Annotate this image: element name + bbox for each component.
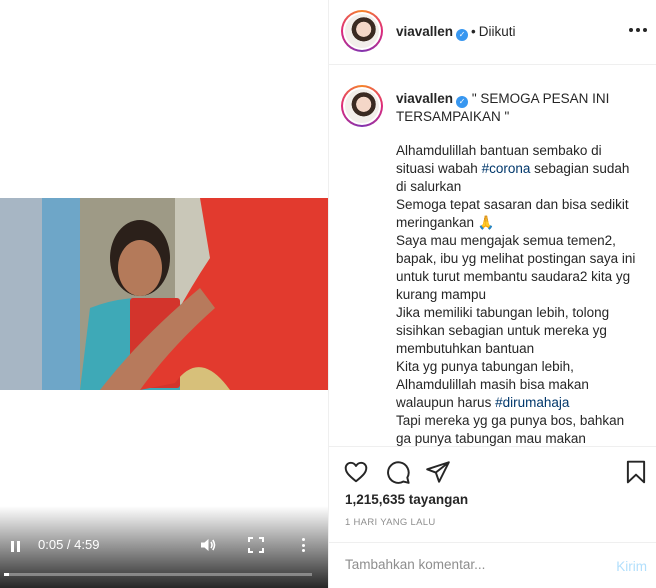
separator-dot: • [471, 24, 476, 39]
save-button[interactable] [623, 459, 649, 485]
post-timestamp[interactable]: 1 HARI YANG LALU [345, 517, 436, 528]
video-progress-fill [4, 573, 10, 576]
post-options-button[interactable] [629, 28, 647, 32]
caption-line: Jika memiliki tabungan lebih, tolong sis… [396, 305, 610, 356]
share-button[interactable] [425, 459, 451, 485]
video-player[interactable]: 0:05 / 4:59 [0, 0, 328, 588]
hashtag-link[interactable]: #dirumahaja [495, 395, 569, 410]
post-side-panel: viavallen ✓ • Diikuti viavallen ✓ " SEMOGA P… [328, 0, 656, 588]
caption-title: viavallen ✓ " SEMOGA PESAN INI TERSAMPAIK… [396, 90, 641, 126]
header-username[interactable]: viavallen [396, 24, 453, 39]
heart-icon [344, 461, 368, 483]
caption-username[interactable]: viavallen [396, 91, 453, 106]
fullscreen-icon [248, 537, 264, 553]
verified-badge-icon: ✓ [456, 29, 469, 41]
verified-badge-icon: ✓ [456, 96, 469, 108]
comment-icon [387, 461, 410, 484]
pause-icon [10, 540, 14, 552]
video-frame[interactable] [0, 198, 328, 390]
video-progress-bar[interactable] [4, 573, 312, 576]
caption-line: Saya mau mengajak semua temen2, bapak, i… [396, 233, 636, 302]
follow-status-button[interactable]: Diikuti [479, 24, 516, 39]
avatar-image [345, 14, 379, 48]
caption-text: viavallen ✓ " SEMOGA PESAN INI TERSAMPAIK… [396, 90, 641, 446]
view-count[interactable]: 1,215,635 tayangan [345, 492, 468, 507]
bookmark-icon [626, 460, 646, 484]
pause-button[interactable] [6, 535, 24, 557]
avatar[interactable] [341, 10, 383, 52]
caption-avatar[interactable] [341, 85, 383, 127]
comment-input[interactable] [345, 557, 595, 572]
caption-line: Semoga tepat sasaran dan bisa sedikit me… [396, 197, 629, 230]
post-actions: 1,215,635 tayangan 1 HARI YANG LALU [329, 446, 656, 542]
caption-line: Tapi mereka yg ga punya bos, bahkan ga p… [396, 413, 625, 446]
paper-plane-icon [426, 461, 450, 483]
hashtag-link[interactable]: #corona [482, 161, 531, 176]
post-header: viavallen ✓ • Diikuti [329, 0, 656, 65]
caption-line: Alhamdulillah bantuan sembako di situasi… [396, 143, 630, 194]
comment-button[interactable] [385, 459, 411, 485]
header-user: viavallen ✓ • Diikuti [396, 24, 516, 41]
video-controls: 0:05 / 4:59 [0, 506, 328, 588]
more-horizontal-icon [629, 28, 633, 32]
video-still-image [0, 198, 328, 390]
like-button[interactable] [343, 459, 369, 485]
caption-body: Alhamdulillah bantuan sembako di situasi… [396, 142, 641, 446]
avatar-image [345, 89, 379, 123]
comment-form: Kirim [329, 542, 656, 588]
video-time: 0:05 / 4:59 [38, 537, 100, 552]
video-more-button[interactable] [298, 536, 308, 554]
caption-line: Kita yg punya tabungan lebih, Alhamdulil… [396, 359, 589, 410]
more-vertical-icon [301, 538, 305, 541]
post-comment-button[interactable]: Kirim [616, 559, 647, 574]
caption-area[interactable]: viavallen ✓ " SEMOGA PESAN INI TERSAMPAIK… [329, 66, 656, 446]
volume-button[interactable] [199, 536, 217, 554]
volume-icon [201, 539, 216, 551]
fullscreen-button[interactable] [248, 537, 264, 553]
